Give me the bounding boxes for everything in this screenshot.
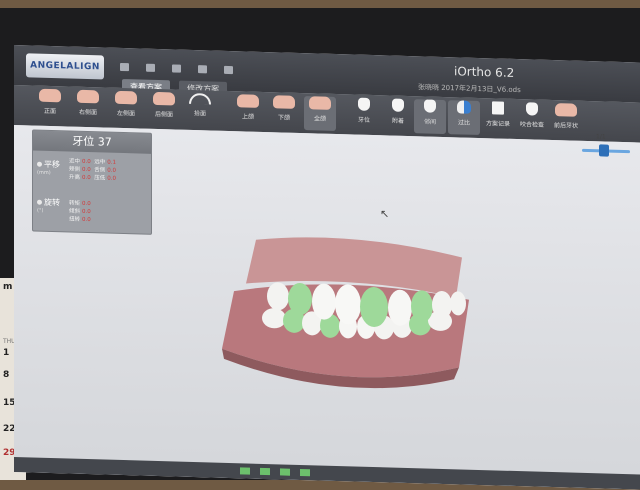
toolbar-left-button[interactable]: 左侧面 <box>110 90 142 118</box>
bite-check-icon <box>526 102 538 116</box>
print-icon[interactable] <box>172 64 182 73</box>
tooth-position-icon <box>358 97 370 111</box>
arch-icon <box>189 92 211 105</box>
toolbar-right-button[interactable]: 右侧面 <box>72 89 104 117</box>
left-view-icon <box>115 90 137 105</box>
tooth-info-title: 牙位 37 <box>33 130 151 154</box>
upper-jaw-icon <box>237 94 259 108</box>
app-window: ANGELALIGN 查看方案 修改方案 iOrtho 6.2 张晓晓 2017… <box>14 45 640 490</box>
teeth-status-icon <box>555 103 577 117</box>
taskbar-app-icon[interactable] <box>280 468 290 476</box>
brand-logo: ANGELALIGN <box>26 53 104 80</box>
interproximal-icon <box>424 99 436 113</box>
save-icon[interactable] <box>146 63 156 72</box>
settings-icon[interactable] <box>224 65 234 75</box>
toolbar-back-button[interactable]: 后侧面 <box>148 91 180 119</box>
back-view-icon <box>153 91 175 106</box>
toolbar-teeth-status-button[interactable]: 前后牙状 <box>550 103 582 130</box>
toolbar-bite-check-button[interactable]: 咬合检查 <box>516 102 548 129</box>
rotation-icon <box>37 199 42 205</box>
toolbar-plan-record-button[interactable]: 方案记录 <box>482 101 514 128</box>
file-name: 张晓晓 2017年2月13日_V6.ods <box>418 83 521 95</box>
rotation-values: 转矩 0.0 倾斜 0.0 扭转 0.0 <box>69 200 91 224</box>
export-icon[interactable] <box>198 65 208 74</box>
toolbar-lower-button[interactable]: 下颌 <box>268 95 300 122</box>
zoom-slider[interactable]: 1/1 <box>582 133 630 158</box>
taskbar-app-icon[interactable] <box>240 467 250 475</box>
toolbar-interproximal-button[interactable]: 邻间 <box>414 99 446 135</box>
toolbar-attachment-button[interactable]: 附着 <box>382 98 414 125</box>
overlay-icon <box>457 100 471 114</box>
dental-model[interactable] <box>214 231 474 398</box>
open-icon[interactable] <box>120 62 129 72</box>
mouse-cursor: ↖ <box>380 207 390 221</box>
full-jaw-icon <box>309 96 331 110</box>
tooth-info-panel: 牙位 37 平移 (mm) 近中 0.0 远中 0.1 颊侧 0.0 舌侧 0.0 升高… <box>32 129 152 235</box>
toolbar-upper-button[interactable]: 上颌 <box>232 94 264 121</box>
translation-icon <box>37 161 42 167</box>
attachment-icon <box>392 98 404 112</box>
front-view-icon <box>39 88 61 103</box>
taskbar-app-icon[interactable] <box>300 468 310 477</box>
toolbar-overlay-button[interactable]: 过比 <box>448 100 480 136</box>
rotation-group: 旋转 (°) <box>37 197 60 214</box>
taskbar-app-icon[interactable] <box>260 467 270 476</box>
app-title: iOrtho 6.2 <box>454 64 515 80</box>
toolbar-full-button[interactable]: 全颌 <box>304 96 336 131</box>
lower-jaw-icon <box>273 95 295 109</box>
3d-viewport[interactable]: 牙位 37 平移 (mm) 近中 0.0 远中 0.1 颊侧 0.0 舌侧 0.0 升高… <box>14 125 640 490</box>
toolbar-front-button[interactable]: 正面 <box>34 88 66 116</box>
toolbar-occlusal-button[interactable]: 拾面 <box>184 92 216 118</box>
translation-group: 平移 (mm) <box>37 159 60 177</box>
right-view-icon <box>77 89 99 104</box>
translation-values: 近中 0.0 远中 0.1 颊侧 0.0 舌侧 0.0 升高 0.0 压低 0.0 <box>69 158 117 182</box>
plan-record-icon <box>492 101 504 115</box>
toolbar-tooth-position-button[interactable]: 牙位 <box>348 97 380 124</box>
zoom-slider-handle[interactable] <box>599 144 610 157</box>
